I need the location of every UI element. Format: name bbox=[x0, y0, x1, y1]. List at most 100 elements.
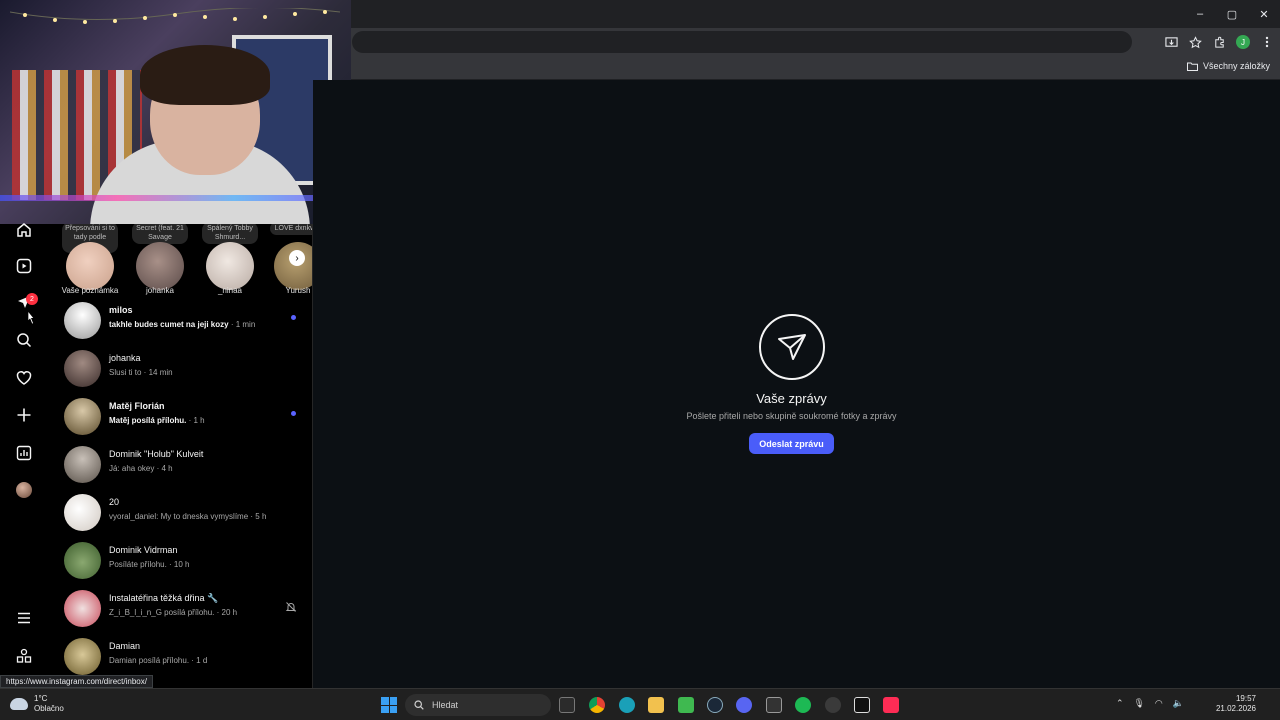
nav-also-from-meta[interactable] bbox=[12, 644, 36, 668]
empty-state-icon bbox=[759, 314, 825, 380]
system-tray: ⌃ 🎙 ◠ 🔈 bbox=[1116, 698, 1184, 709]
thread-name: Dominik "Holub" Kulveit bbox=[109, 449, 204, 459]
thread-name: milos bbox=[109, 305, 133, 315]
thread-item[interactable]: Instalatéřina těžká dřina 🔧 Z_i_B_l_i_n_… bbox=[48, 584, 312, 632]
file-explorer-icon[interactable] bbox=[559, 697, 575, 713]
thread-avatar bbox=[64, 494, 101, 531]
messages-badge: 2 bbox=[26, 293, 38, 305]
taskbar-search[interactable]: Hledat bbox=[405, 694, 551, 716]
install-app-icon[interactable] bbox=[1164, 35, 1178, 49]
nav-more[interactable] bbox=[12, 606, 36, 630]
unread-dot bbox=[291, 315, 296, 320]
thread-avatar bbox=[64, 350, 101, 387]
heart-icon bbox=[16, 371, 32, 385]
edge-icon[interactable] bbox=[619, 697, 635, 713]
thread-name: Matěj Florián bbox=[109, 401, 165, 411]
mouse-cursor-icon bbox=[27, 310, 35, 325]
thread-avatar bbox=[64, 542, 101, 579]
chevron-up-icon[interactable]: ⌃ bbox=[1116, 698, 1124, 709]
nav-home[interactable] bbox=[12, 218, 36, 242]
thread-preview: vyoral_daniel: My to dneska vymyslíme · … bbox=[109, 512, 267, 521]
thread-item[interactable]: Damian Damian posílá přílohu. · 1 d bbox=[48, 632, 312, 680]
nav-reels[interactable] bbox=[12, 254, 36, 278]
apps-grid-icon bbox=[16, 648, 32, 663]
note-name: Vaše poznámka bbox=[61, 286, 119, 295]
weather-condition: Oblačno bbox=[34, 704, 64, 713]
obs-icon[interactable] bbox=[825, 697, 841, 713]
volume-icon[interactable]: 🔈 bbox=[1173, 698, 1184, 709]
empty-state-subtitle: Pošlete přiteli nebo skupině soukromé fo… bbox=[686, 411, 897, 421]
extensions-icon[interactable] bbox=[1212, 35, 1226, 49]
start-button[interactable] bbox=[381, 697, 397, 713]
microphone-icon[interactable]: 🎙 bbox=[1133, 698, 1144, 709]
led-strip bbox=[0, 195, 351, 201]
thread-item[interactable]: Matěj Florián Matěj posílá přílohu. · 1 … bbox=[48, 392, 312, 440]
main-content: Vaše zprávy Pošlete přiteli nebo skupině… bbox=[313, 80, 1280, 688]
close-window-button[interactable]: ✕ bbox=[1248, 0, 1280, 28]
capcut-icon[interactable] bbox=[854, 697, 870, 713]
thread-name: Instalatéřina těžká dřina 🔧 bbox=[109, 593, 219, 603]
thread-avatar bbox=[64, 590, 101, 627]
notes-row: Přepsováni si to tady podle sebe... Vaše… bbox=[48, 224, 312, 300]
instagram-nav: 2 bbox=[0, 223, 48, 688]
menu-kebab-icon[interactable] bbox=[1260, 35, 1274, 49]
empty-state-title: Vaše zprávy bbox=[756, 391, 827, 406]
thread-preview: Z_i_B_l_i_n_G posílá přílohu. · 20 h bbox=[109, 608, 238, 617]
webcam-overlay bbox=[0, 0, 351, 224]
note-avatar bbox=[274, 242, 312, 290]
discord-icon[interactable] bbox=[736, 697, 752, 713]
note-name: johanka bbox=[145, 286, 175, 295]
cloud-icon bbox=[10, 698, 28, 710]
system-clock[interactable]: 19:57 21.02.2026 bbox=[1216, 694, 1256, 714]
wifi-icon[interactable]: ◠ bbox=[1155, 698, 1163, 709]
note-bubble: LOVE dxnkwer bbox=[270, 224, 312, 235]
chrome-icon[interactable] bbox=[589, 697, 605, 713]
thread-item[interactable]: Dominik Vidrman Posíláte přílohu. · 10 h bbox=[48, 536, 312, 584]
send-message-button[interactable]: Odeslat zprávu bbox=[749, 433, 834, 454]
note-name: Yurush bbox=[285, 286, 311, 295]
notes-next-button[interactable]: › bbox=[289, 250, 305, 266]
thread-item[interactable]: johanka Slusi ti to · 14 min bbox=[48, 344, 312, 392]
bookmark-star-icon[interactable] bbox=[1188, 35, 1202, 49]
thread-item[interactable]: 20 vyoral_daniel: My to dneska vymyslíme… bbox=[48, 488, 312, 536]
nav-create[interactable] bbox=[12, 403, 36, 427]
folder-icon bbox=[1186, 62, 1198, 71]
profile-avatar[interactable]: J bbox=[1236, 35, 1250, 49]
nav-notifications[interactable] bbox=[12, 366, 36, 390]
thread-name: Dominik Vidrman bbox=[109, 545, 178, 555]
steam-icon[interactable] bbox=[707, 697, 723, 713]
nav-dashboard[interactable] bbox=[12, 441, 36, 465]
thread-preview: takhle budes cumet na jeji kozy · 1 min bbox=[109, 320, 256, 329]
profile-avatar-icon bbox=[16, 482, 32, 498]
chevron-right-icon: › bbox=[295, 252, 299, 264]
hamburger-menu-icon bbox=[18, 612, 30, 624]
unread-dot bbox=[291, 411, 296, 416]
notes-app-icon[interactable] bbox=[678, 697, 694, 713]
note-name: _ninaa bbox=[217, 286, 243, 295]
windows-taskbar: 1°C Oblačno Hledat ⌃ 🎙 ◠ 🔈 19:57 21.02.2… bbox=[0, 688, 1280, 720]
search-icon bbox=[17, 333, 32, 348]
address-bar[interactable] bbox=[352, 31, 1132, 53]
plus-icon bbox=[17, 408, 31, 422]
epic-games-icon[interactable] bbox=[766, 697, 782, 713]
tiktok-icon[interactable] bbox=[883, 697, 899, 713]
thread-item[interactable]: Dominik "Holub" Kulveit Já: aha okey · 4… bbox=[48, 440, 312, 488]
reels-icon bbox=[16, 258, 32, 274]
all-bookmarks-button[interactable]: Všechny záložky bbox=[1186, 61, 1270, 71]
weather-widget[interactable]: 1°C Oblačno bbox=[10, 694, 64, 714]
status-url: https://www.instagram.com/direct/inbox/ bbox=[0, 675, 153, 688]
spotify-icon[interactable] bbox=[795, 697, 811, 713]
thread-preview: Slusi ti to · 14 min bbox=[109, 368, 173, 377]
taskbar-search-placeholder: Hledat bbox=[432, 700, 459, 710]
string-lights bbox=[10, 8, 340, 24]
thread-item[interactable]: milos takhle budes cumet na jeji kozy · … bbox=[48, 296, 312, 344]
all-bookmarks-label: Všechny záložky bbox=[1202, 61, 1270, 71]
minimize-button[interactable]: – bbox=[1184, 0, 1216, 28]
note-bubble: Secret (feat. 21 Savage bbox=[132, 224, 188, 244]
nav-search[interactable] bbox=[12, 328, 36, 352]
folders-icon[interactable] bbox=[648, 697, 664, 713]
dashboard-icon bbox=[16, 445, 32, 461]
thread-name: 20 bbox=[109, 497, 120, 507]
nav-profile[interactable] bbox=[12, 478, 36, 502]
maximize-button[interactable]: ▢ bbox=[1216, 0, 1248, 28]
